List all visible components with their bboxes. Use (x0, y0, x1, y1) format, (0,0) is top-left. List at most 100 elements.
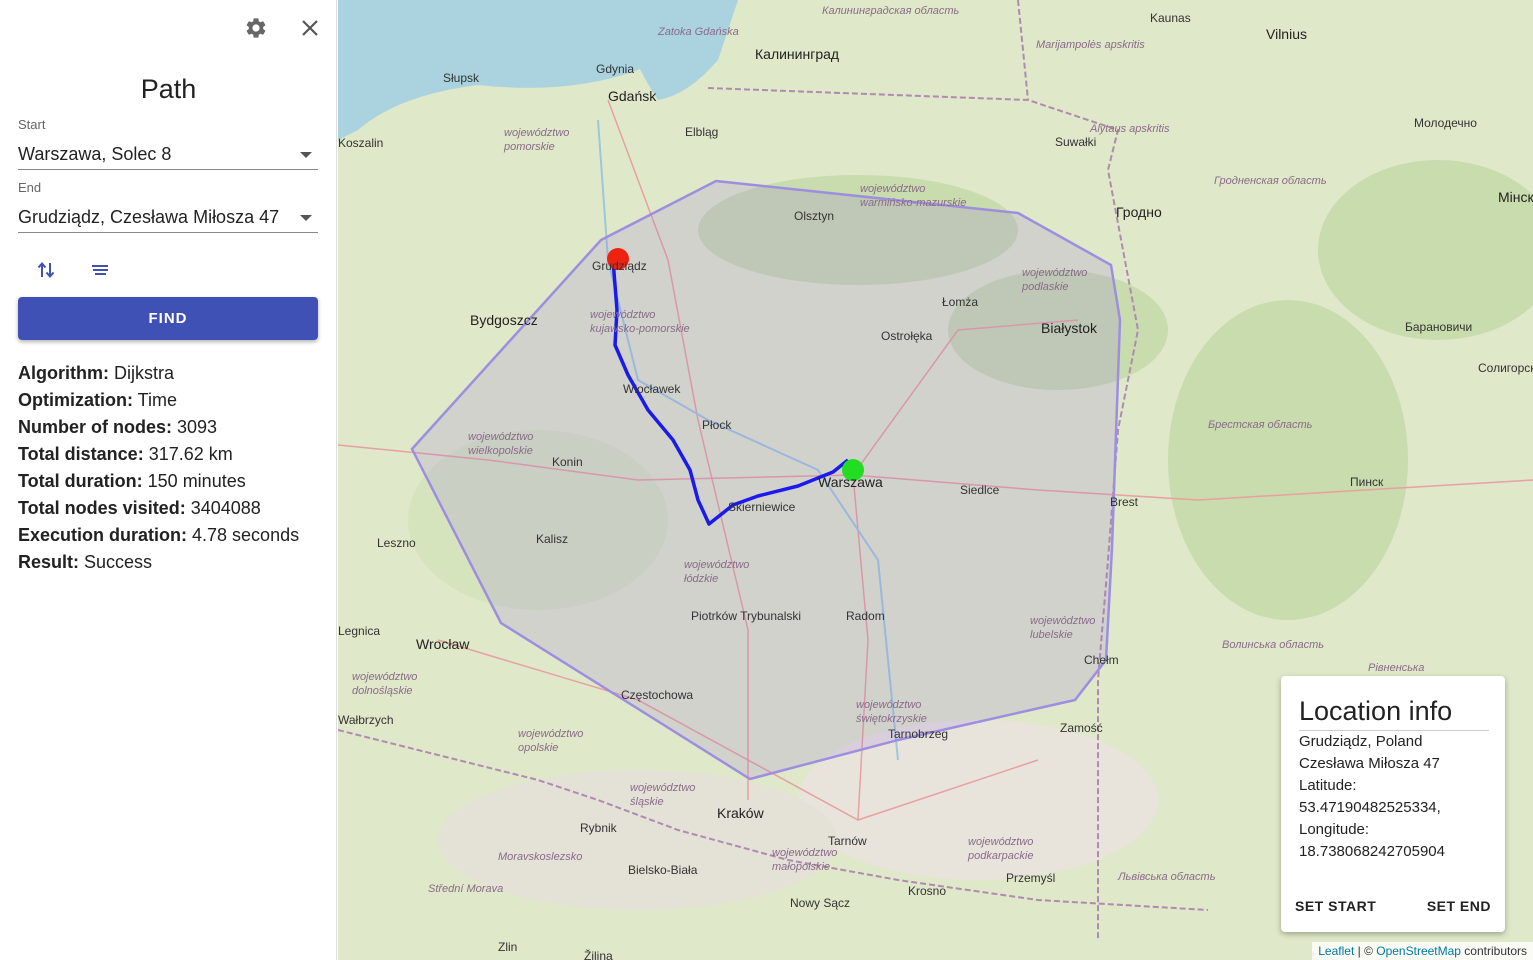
map-label: Львівська область (1117, 871, 1216, 883)
map-label: Warszawa (818, 474, 883, 490)
map-label: Legnica (338, 624, 380, 638)
location-info-body: Grudziądz, Poland Czesława Miłosza 47 La… (1299, 731, 1445, 863)
map-label: Гродно (1116, 204, 1162, 220)
map-label: Kalisz (536, 532, 568, 546)
result-value: 3404088 (185, 498, 261, 518)
dropdown-arrow-icon (300, 152, 312, 158)
panel-title: Path (140, 74, 197, 104)
close-icon (302, 20, 318, 36)
location-info-card: Location info Grudziądz, Poland Czesława… (1281, 676, 1505, 932)
map-label: Брестская область (1208, 419, 1313, 431)
result-label: Result: (18, 552, 80, 572)
result-label: Execution duration: (18, 525, 188, 545)
map-label: Рівненська (1368, 662, 1424, 674)
map-label: Rybnik (580, 821, 618, 835)
map-label: Brest (1110, 495, 1139, 509)
map-label: Grudziądz (592, 259, 647, 273)
map-label: Kaunas (1150, 11, 1191, 25)
result-value: 317.62 km (143, 444, 233, 464)
map-label: Radom (846, 609, 885, 623)
sort-lines-icon (92, 265, 108, 275)
map-label: Zlin (498, 940, 517, 954)
close-button[interactable] (295, 13, 325, 43)
map-label: Молодечно (1414, 116, 1477, 130)
result-row: Total duration: 150 minutes (18, 468, 299, 495)
gear-icon (246, 18, 266, 38)
map-label: Słupsk (443, 71, 480, 85)
result-row: Result: Success (18, 549, 299, 576)
map-label: Chełm (1084, 653, 1119, 667)
osm-link[interactable]: OpenStreetMap (1376, 944, 1461, 958)
start-label: Start (18, 117, 46, 132)
end-label: End (18, 180, 42, 195)
find-button[interactable]: FIND (18, 297, 318, 340)
map-label: Gdynia (596, 62, 634, 76)
map-label: Калининград (755, 46, 839, 62)
map-label: Marijampolės apskritis (1036, 39, 1145, 51)
location-info-title: Location info (1299, 696, 1453, 726)
map-label: Мінск (1498, 189, 1533, 205)
map-label: Tarnobrzeg (888, 727, 948, 741)
map-label: Olsztyn (794, 209, 834, 223)
map-label: Moravskoslezsko (498, 851, 582, 863)
result-row: Algorithm: Dijkstra (18, 360, 299, 387)
map-label: Płock (702, 418, 732, 432)
result-row: Total distance: 317.62 km (18, 441, 299, 468)
map-label: Bielsko-Biała (628, 863, 698, 877)
result-row: Optimization: Time (18, 387, 299, 414)
map-label: Vilnius (1266, 26, 1307, 42)
settings-button[interactable] (241, 13, 271, 43)
result-value: 4.78 seconds (187, 525, 300, 545)
map-label: Krosno (908, 884, 946, 898)
result-label: Total duration: (18, 471, 143, 491)
set-start-button[interactable]: SET START (1295, 898, 1376, 914)
map-label: Wałbrzych (338, 713, 394, 727)
longitude-value: 18.738068242705904 (1299, 843, 1445, 860)
end-select[interactable]: Grudziądz, Czesława Miłosza 47 (18, 201, 318, 233)
map-label: Suwałki (1055, 135, 1096, 149)
map-label: Ostrołęka (881, 329, 933, 343)
result-label: Total distance: (18, 444, 144, 464)
dropdown-arrow-icon (300, 215, 312, 221)
result-row: Total nodes visited: 3404088 (18, 495, 299, 522)
result-value: 150 minutes (142, 471, 246, 491)
map-label: Zatoka Gdańska (657, 26, 739, 38)
map-label: Střední Morava (428, 883, 503, 895)
result-value: Success (79, 552, 153, 572)
map-label: Kraków (717, 805, 765, 821)
map-label: Волинська область (1222, 639, 1324, 651)
longitude-label: Longitude: (1299, 821, 1370, 838)
result-value: Time (133, 390, 178, 410)
map-label: Žilina (584, 948, 613, 960)
result-label: Optimization: (18, 390, 133, 410)
map-label: Przemyśl (1006, 871, 1055, 885)
options-button[interactable] (85, 255, 115, 285)
map-label: Солигорск (1478, 361, 1533, 375)
set-end-button[interactable]: SET END (1427, 898, 1491, 914)
map[interactable]: Gdańsk Gdynia Słupsk Koszalin Elbląg Калининг… (338, 0, 1533, 960)
result-row: Execution duration: 4.78 seconds (18, 522, 299, 549)
map-label: Барановичи (1405, 320, 1472, 334)
map-label: Włocławek (623, 382, 681, 396)
start-select[interactable]: Warszawa, Solec 8 (18, 138, 318, 170)
map-label: Gdańsk (608, 88, 657, 104)
swap-button[interactable] (31, 255, 61, 285)
map-label: Skierniewice (728, 500, 796, 514)
map-label: Пинск (1350, 475, 1384, 489)
result-value: Dijkstra (108, 363, 174, 383)
result-label: Algorithm: (18, 363, 109, 383)
location-street: Czesława Miłosza 47 (1299, 755, 1440, 772)
attribution-suffix: contributors (1460, 944, 1527, 958)
result-label: Number of nodes: (18, 417, 173, 437)
result-row: Number of nodes: 3093 (18, 414, 299, 441)
map-label: Koszalin (338, 136, 383, 150)
map-label: Piotrków Trybunalski (691, 609, 801, 623)
map-label: Siedlce (960, 483, 1000, 497)
map-attribution: Leaflet | © OpenStreetMap contributors (1312, 942, 1533, 960)
results-list: Algorithm: Dijkstra Optimization: Time Num… (18, 360, 299, 576)
map-label: Калининградская область (822, 5, 960, 17)
leaflet-link[interactable]: Leaflet (1318, 944, 1354, 958)
latitude-label: Latitude: (1299, 777, 1357, 794)
result-value: 3093 (172, 417, 218, 437)
map-label: Wrocław (416, 636, 470, 652)
